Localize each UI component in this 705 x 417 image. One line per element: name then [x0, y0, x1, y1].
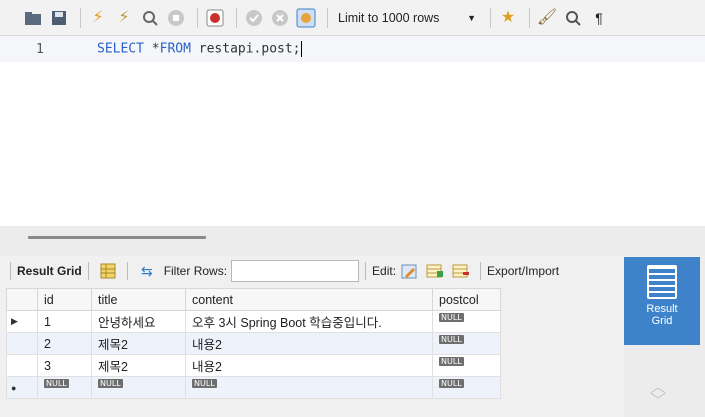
result-grid[interactable]: id title content postcol ▶ 1 안녕하세요 오후 3시… — [6, 288, 501, 399]
cell-postcol[interactable]: NULL — [432, 310, 501, 333]
toolbar-separator — [529, 7, 530, 28]
cell-content[interactable]: 내용2 — [185, 332, 433, 355]
add-snippet-icon[interactable]: ★ — [497, 7, 519, 29]
toolbar-separator — [197, 7, 198, 28]
cell-content[interactable]: 내용2 — [185, 354, 433, 377]
column-header-postcol[interactable]: postcol — [432, 288, 501, 311]
row-header — [6, 332, 38, 355]
column-header-content[interactable]: content — [185, 288, 433, 311]
text-cursor — [300, 41, 302, 57]
new-row-indicator: ● — [6, 376, 38, 399]
grid-header-row: id title content postcol — [6, 288, 501, 311]
line-number: 1 — [36, 41, 44, 57]
sql-star: * — [151, 41, 160, 57]
cell-content[interactable]: 오후 3시 Spring Boot 학습중입니다. — [185, 310, 433, 333]
toolbar-separator — [10, 262, 11, 280]
limit-rows-select[interactable]: Limit to 1000 rows ▼ — [334, 7, 484, 29]
toolbar-separator — [87, 262, 89, 280]
sql-keyword-select: SELECT — [97, 41, 144, 57]
table-row[interactable]: 3 제목2 내용2 NULL — [6, 354, 501, 377]
sql-keyword-from: FROM — [159, 41, 191, 57]
null-badge: NULL — [439, 312, 464, 322]
toolbar-separator — [80, 7, 81, 28]
delete-row-icon[interactable] — [451, 261, 471, 281]
invisible-chars-icon[interactable]: ¶ — [588, 7, 610, 29]
form-view-icon[interactable] — [98, 261, 118, 281]
cell-id[interactable]: 1 — [37, 310, 92, 333]
null-badge: NULL — [98, 378, 123, 388]
edit-label: Edit: — [372, 264, 397, 278]
toolbar-separator — [327, 7, 328, 28]
null-badge: NULL — [439, 378, 464, 388]
current-row-indicator: ▶ — [6, 310, 38, 333]
editor-line: 1 SELECT *FROM restapi.post; — [0, 36, 705, 62]
save-icon[interactable] — [48, 7, 70, 29]
cell-postcol[interactable]: NULL — [432, 376, 501, 399]
column-header-id[interactable]: id — [37, 288, 92, 311]
row-header-corner — [6, 288, 38, 311]
explain-icon[interactable] — [139, 7, 161, 29]
table-row[interactable]: ▶ 1 안녕하세요 오후 3시 Spring Boot 학습중입니다. NULL — [6, 310, 501, 333]
panel-scroll-icon[interactable]: ︿ ﹀ — [650, 380, 666, 410]
stop-icon[interactable] — [165, 7, 187, 29]
result-grid-label[interactable]: Result Grid — [17, 264, 82, 278]
result-grid-button[interactable]: Result Grid — [624, 257, 700, 345]
sql-editor-toolbar: ⚡ ⚡ Limit to 1000 rows ▼ ★ 🖌 ¶ — [0, 0, 705, 36]
toolbar-separator — [490, 7, 491, 28]
toolbar-separator — [126, 262, 128, 280]
result-toolbar: Result Grid ⇆ Filter Rows: Edit: Export/… — [0, 257, 624, 285]
null-badge: NULL — [192, 378, 217, 388]
null-badge: NULL — [44, 378, 69, 388]
find-icon[interactable] — [562, 7, 584, 29]
rollback-icon[interactable] — [269, 7, 291, 29]
cell-title[interactable]: 제목2 — [91, 354, 186, 377]
toolbar-separator — [236, 7, 237, 28]
horizontal-scrollbar[interactable] — [28, 236, 206, 239]
row-header — [6, 354, 38, 377]
sql-code[interactable]: SELECT *FROM restapi.post; — [60, 41, 302, 57]
limit-rows-label: Limit to 1000 rows — [338, 10, 440, 25]
cell-title[interactable]: NULL — [91, 376, 186, 399]
cell-title[interactable]: 제목2 — [91, 332, 186, 355]
refresh-icon[interactable]: ⇆ — [137, 261, 157, 281]
cell-id[interactable]: 2 — [37, 332, 92, 355]
execute-current-icon[interactable]: ⚡ — [113, 7, 135, 29]
chevron-down-icon: ▼ — [467, 12, 476, 23]
panel-splitter — [0, 226, 705, 256]
beautify-icon[interactable]: 🖌 — [536, 7, 558, 29]
table-row[interactable]: 2 제목2 내용2 NULL — [6, 332, 501, 355]
sql-table-name: restapi.post; — [198, 41, 301, 57]
cell-id[interactable]: 3 — [37, 354, 92, 377]
cell-title[interactable]: 안녕하세요 — [91, 310, 186, 333]
null-badge: NULL — [439, 334, 464, 344]
cell-postcol[interactable]: NULL — [432, 332, 501, 355]
edit-row-icon[interactable] — [399, 261, 419, 281]
null-badge: NULL — [439, 356, 464, 366]
toggle-error-icon[interactable] — [204, 7, 226, 29]
export-import-label[interactable]: Export/Import — [487, 264, 577, 278]
insert-row-icon[interactable] — [425, 261, 445, 281]
cell-postcol[interactable]: NULL — [432, 354, 501, 377]
cell-id[interactable]: NULL — [37, 376, 92, 399]
table-row-new[interactable]: ● NULL NULL NULL NULL — [6, 376, 501, 399]
autocommit-icon[interactable] — [295, 7, 317, 29]
column-header-title[interactable]: title — [91, 288, 186, 311]
execute-icon[interactable]: ⚡ — [87, 7, 109, 29]
toolbar-separator — [480, 262, 482, 280]
folder-icon[interactable] — [22, 7, 44, 29]
result-side-panel: Result Grid ︿ ﹀ — [624, 257, 705, 417]
filter-rows-label: Filter Rows: — [163, 264, 228, 278]
grid-icon — [647, 265, 677, 299]
result-grid-button-label: Result Grid — [646, 303, 678, 327]
sql-editor[interactable]: 1 SELECT *FROM restapi.post; — [0, 36, 705, 226]
toolbar-separator — [365, 262, 367, 280]
commit-icon[interactable] — [243, 7, 265, 29]
filter-rows-input[interactable] — [231, 260, 360, 282]
cell-content[interactable]: NULL — [185, 376, 433, 399]
